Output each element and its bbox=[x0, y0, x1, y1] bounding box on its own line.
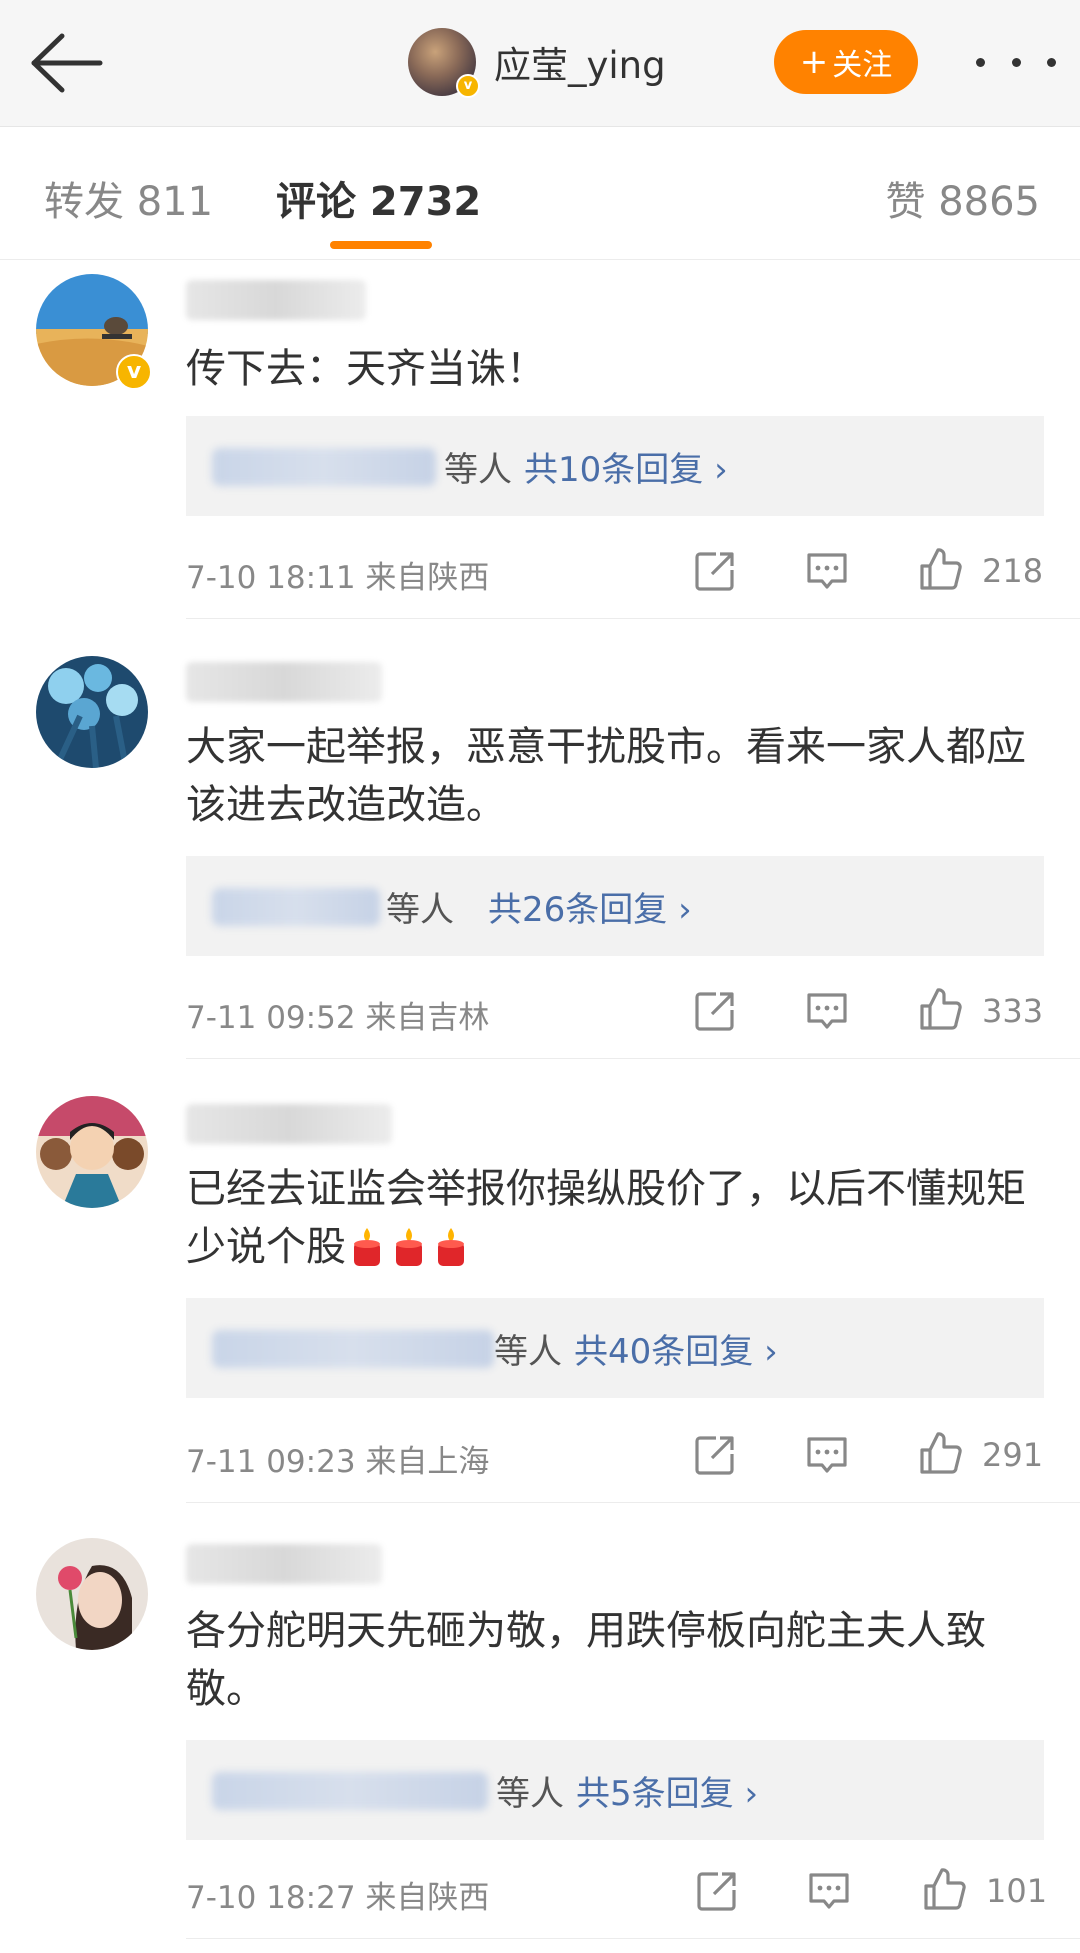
divider bbox=[186, 1502, 1080, 1503]
thumbs-up-icon[interactable] bbox=[916, 544, 966, 594]
commenter-name-blurred[interactable] bbox=[186, 1544, 382, 1584]
username[interactable]: 应莹_ying bbox=[494, 35, 666, 89]
verified-badge-icon: v bbox=[116, 354, 152, 390]
comment-time: 7-10 18:27 bbox=[186, 1880, 356, 1916]
divider bbox=[186, 1058, 1080, 1059]
commenter-avatar[interactable] bbox=[36, 1096, 148, 1208]
share-icon[interactable] bbox=[690, 546, 740, 596]
profile-header[interactable]: v 应莹_ying bbox=[408, 26, 666, 98]
commenter-name-blurred[interactable] bbox=[186, 280, 366, 320]
divider bbox=[186, 618, 1080, 619]
reply-users-blurred bbox=[212, 1772, 488, 1810]
follow-label: 关注 bbox=[832, 48, 893, 83]
reply-users-blurred bbox=[212, 448, 436, 486]
reply-count-link[interactable]: 共26条回复 › bbox=[488, 882, 692, 931]
comment-location: 来自上海 bbox=[365, 1444, 490, 1480]
avatar[interactable]: v bbox=[408, 28, 480, 98]
comment-meta: 7-11 09:52 来自吉林 bbox=[186, 992, 489, 1037]
comment-meta: 7-10 18:11 来自陕西 bbox=[186, 552, 489, 597]
reply-users-blurred bbox=[212, 1330, 494, 1368]
like-count: 291 bbox=[982, 1436, 1044, 1474]
comment-text-body: 已经去证监会举报你操纵股价了，以后不懂规矩少说个股 bbox=[186, 1166, 1026, 1270]
candle-emoji-icon bbox=[348, 1226, 386, 1284]
comment-meta: 7-10 18:27 来自陕西 bbox=[186, 1872, 489, 1917]
comment-meta: 7-11 09:23 来自上海 bbox=[186, 1436, 489, 1481]
comment-icon[interactable] bbox=[802, 1430, 852, 1480]
reply-others-label: 等人 bbox=[444, 450, 512, 490]
like-count: 333 bbox=[982, 992, 1044, 1030]
commenter-avatar[interactable]: v bbox=[36, 274, 152, 390]
tab-repost[interactable]: 转发 811 bbox=[44, 169, 213, 227]
reply-others-label: 等人 bbox=[386, 890, 454, 930]
comment-text: 传下去：天齐当诛！ bbox=[186, 346, 546, 392]
comment-text: 各分舵明天先砸为敬，用跌停板向舵主夫人致敬。 bbox=[186, 1608, 986, 1712]
comment-item: 已经去证监会举报你操纵股价了，以后不懂规矩少说个股 等人 共40条回复 › 7-… bbox=[0, 1060, 1080, 1504]
back-arrow-icon[interactable] bbox=[26, 30, 106, 96]
reply-summary[interactable]: 等人 共26条回复 › bbox=[186, 856, 1044, 956]
reply-count-link[interactable]: 共5条回复 › bbox=[576, 1766, 758, 1815]
share-icon[interactable] bbox=[690, 1430, 740, 1480]
comment-icon[interactable] bbox=[802, 986, 852, 1036]
reply-users-blurred bbox=[212, 888, 380, 926]
tab-bar: 转发 811 评论 2732 赞 8865 bbox=[0, 127, 1080, 260]
candle-emoji-icon bbox=[390, 1226, 428, 1284]
comment-item: 各分舵明天先砸为敬，用跌停板向舵主夫人致敬。 等人 共5条回复 › 7-10 1… bbox=[0, 1504, 1080, 1953]
like-count: 101 bbox=[986, 1872, 1048, 1910]
tab-likes[interactable]: 赞 8865 bbox=[885, 169, 1040, 227]
reply-count-link[interactable]: 共10条回复 › bbox=[524, 442, 728, 491]
comment-item: 大家一起举报，恶意干扰股市。看来一家人都应该进去改造改造。 等人 共26条回复 … bbox=[0, 620, 1080, 1060]
reply-count-link[interactable]: 共40条回复 › bbox=[574, 1324, 778, 1373]
tab-comment[interactable]: 评论 2732 bbox=[276, 169, 481, 227]
follow-button[interactable]: + 关注 bbox=[774, 30, 918, 94]
comment-time: 7-11 09:23 bbox=[186, 1444, 356, 1480]
comment-text: 大家一起举报，恶意干扰股市。看来一家人都应该进去改造改造。 bbox=[186, 724, 1026, 828]
reply-summary[interactable]: 等人 共5条回复 › bbox=[186, 1740, 1044, 1840]
like-count: 218 bbox=[982, 552, 1044, 590]
active-tab-indicator bbox=[330, 241, 432, 249]
comment-time: 7-11 09:52 bbox=[186, 1000, 356, 1036]
commenter-avatar[interactable] bbox=[36, 656, 148, 768]
comment-time: 7-10 18:11 bbox=[186, 560, 356, 596]
commenter-name-blurred[interactable] bbox=[186, 1104, 392, 1144]
commenter-name-blurred[interactable] bbox=[186, 662, 382, 702]
comment-location: 来自陕西 bbox=[365, 560, 490, 596]
comment-item: v 传下去：天齐当诛！ 等人 共10条回复 › 7-10 18:11 来自陕西 … bbox=[0, 260, 1080, 620]
reply-others-label: 等人 bbox=[494, 1332, 562, 1372]
thumbs-up-icon[interactable] bbox=[920, 1864, 970, 1914]
share-icon[interactable] bbox=[692, 1866, 742, 1916]
comment-icon[interactable] bbox=[802, 546, 852, 596]
thumbs-up-icon[interactable] bbox=[916, 984, 966, 1034]
comment-text: 已经去证监会举报你操纵股价了，以后不懂规矩少说个股 bbox=[186, 1160, 1046, 1284]
verified-badge-icon: v bbox=[456, 74, 480, 98]
reply-summary[interactable]: 等人 共10条回复 › bbox=[186, 416, 1044, 516]
comment-location: 来自吉林 bbox=[365, 1000, 490, 1036]
commenter-avatar[interactable] bbox=[36, 1538, 148, 1650]
share-icon[interactable] bbox=[690, 986, 740, 1036]
comment-location: 来自陕西 bbox=[365, 1880, 490, 1916]
candle-emoji-icon bbox=[432, 1226, 470, 1284]
comment-icon[interactable] bbox=[804, 1866, 854, 1916]
more-icon[interactable] bbox=[976, 44, 1056, 80]
plus-icon: + bbox=[799, 42, 829, 82]
top-nav-bar: v 应莹_ying + 关注 bbox=[0, 0, 1080, 127]
thumbs-up-icon[interactable] bbox=[916, 1428, 966, 1478]
reply-summary[interactable]: 等人 共40条回复 › bbox=[186, 1298, 1044, 1398]
divider bbox=[186, 1938, 1080, 1939]
reply-others-label: 等人 bbox=[496, 1774, 564, 1814]
